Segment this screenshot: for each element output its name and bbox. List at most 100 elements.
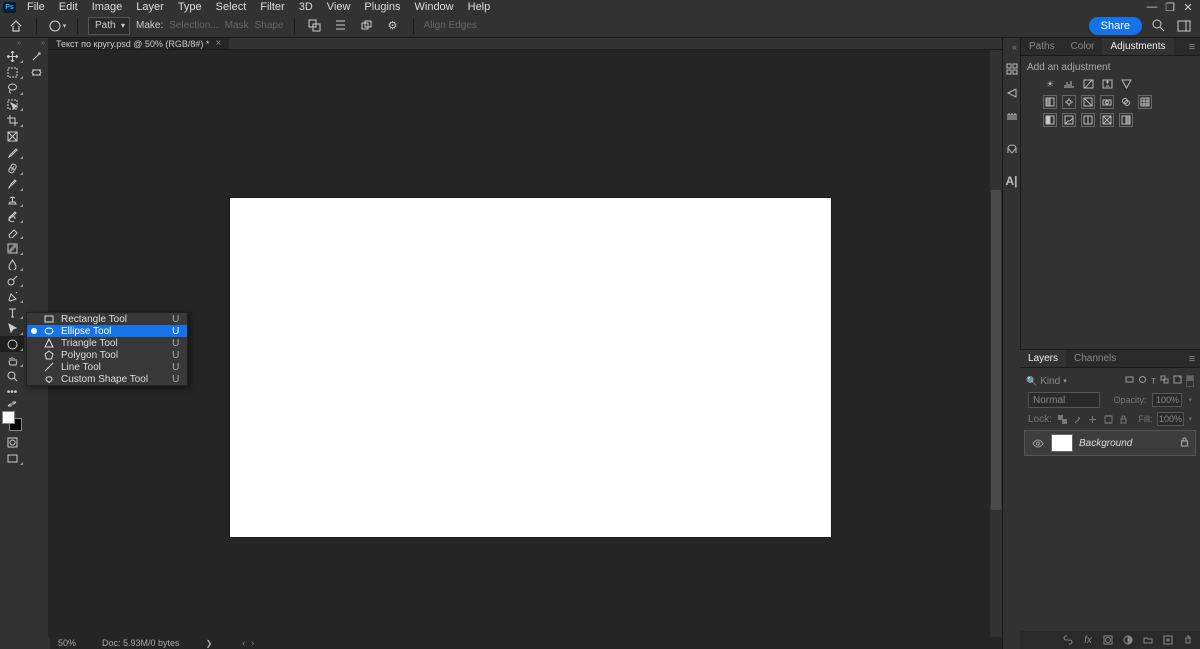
vertical-scrollbar[interactable] — [990, 50, 1002, 637]
mini-panel-icon-4[interactable] — [1005, 142, 1019, 156]
lock-all-icon[interactable] — [1118, 413, 1128, 425]
eyedropper-tool[interactable] — [0, 144, 24, 160]
menu-image[interactable]: Image — [85, 1, 130, 13]
expand-panels-icon[interactable]: « — [1003, 42, 1020, 52]
brush-tool[interactable] — [0, 176, 24, 192]
color-balance-icon[interactable] — [1062, 95, 1076, 109]
flyout-rectangle-tool[interactable]: Rectangle Tool U — [27, 313, 187, 325]
foreground-color-swatch[interactable] — [2, 411, 15, 424]
menu-type[interactable]: Type — [171, 1, 209, 13]
menu-select[interactable]: Select — [209, 1, 254, 13]
photo-filter-icon[interactable] — [1100, 95, 1114, 109]
hand-tool[interactable] — [0, 352, 24, 368]
layer-mask-icon[interactable] — [1102, 634, 1114, 646]
flyout-line-tool[interactable]: Line Tool U — [27, 361, 187, 373]
minimize-button[interactable]: — — [1143, 0, 1161, 14]
shape-mode-dropdown[interactable]: Path — [88, 17, 130, 35]
status-chevron-icon[interactable]: ❯ — [206, 639, 213, 648]
canvas[interactable] — [230, 198, 831, 537]
delete-layer-icon[interactable] — [1182, 634, 1194, 646]
gear-icon[interactable]: ⚙ — [383, 16, 403, 36]
menu-view[interactable]: View — [320, 1, 358, 13]
lasso-tool[interactable] — [0, 80, 24, 96]
curves-icon[interactable] — [1081, 77, 1095, 91]
make-selection-button[interactable]: Selection... — [169, 20, 218, 31]
threshold-icon[interactable] — [1081, 113, 1095, 127]
search-icon[interactable]: 🔍 — [1026, 376, 1037, 387]
group-icon[interactable] — [1142, 634, 1154, 646]
marquee-tool[interactable] — [0, 64, 24, 80]
home-button[interactable] — [6, 16, 26, 36]
gradient-tool[interactable] — [0, 240, 24, 256]
workspace-switcher-icon[interactable] — [1174, 16, 1194, 36]
flyout-polygon-tool[interactable]: Polygon Tool U — [27, 349, 187, 361]
tool-preset-picker[interactable]: ▾ — [47, 16, 67, 36]
posterize-icon[interactable] — [1062, 113, 1076, 127]
dodge-tool[interactable] — [0, 272, 24, 288]
menu-plugins[interactable]: Plugins — [357, 1, 407, 13]
scroll-left-icon[interactable]: ‹ — [242, 638, 245, 648]
link-layers-icon[interactable] — [1062, 634, 1074, 646]
flyout-ellipse-tool[interactable]: Ellipse Tool U — [27, 325, 187, 337]
lock-transparency-icon[interactable] — [1057, 413, 1067, 425]
menu-edit[interactable]: Edit — [52, 1, 85, 13]
vibrance-icon[interactable] — [1119, 77, 1133, 91]
brightness-contrast-icon[interactable]: ☀ — [1043, 77, 1057, 91]
exposure-icon[interactable] — [1100, 77, 1114, 91]
gradient-map-icon[interactable] — [1100, 113, 1114, 127]
scrollbar-thumb[interactable] — [991, 190, 1001, 510]
path-alignment-button[interactable] — [331, 16, 351, 36]
hue-saturation-icon[interactable] — [1043, 95, 1057, 109]
extra-tool-2[interactable] — [24, 64, 48, 80]
path-operations-button[interactable] — [305, 16, 325, 36]
layer-name[interactable]: Background — [1079, 438, 1174, 449]
healing-brush-tool[interactable] — [0, 160, 24, 176]
menu-window[interactable]: Window — [408, 1, 461, 13]
layer-style-icon[interactable]: fx — [1082, 634, 1094, 646]
invert-icon[interactable] — [1043, 113, 1057, 127]
adjustment-layer-icon[interactable] — [1122, 634, 1134, 646]
object-selection-tool[interactable] — [0, 96, 24, 112]
layer-thumbnail[interactable] — [1051, 434, 1073, 452]
color-lookup-icon[interactable] — [1138, 95, 1152, 109]
edit-toolbar-button[interactable]: ••• — [0, 384, 24, 400]
maximize-button[interactable]: ❐ — [1161, 0, 1179, 14]
quick-mask-button[interactable] — [0, 434, 24, 450]
channel-mixer-icon[interactable] — [1119, 95, 1133, 109]
crop-tool[interactable] — [0, 112, 24, 128]
history-brush-tool[interactable] — [0, 208, 24, 224]
type-tool[interactable] — [0, 304, 24, 320]
menu-layer[interactable]: Layer — [129, 1, 171, 13]
make-shape-button[interactable]: Shape — [255, 20, 284, 31]
canvas-area[interactable] — [48, 50, 1002, 649]
doc-size[interactable]: Doc: 5.93M/0 bytes — [102, 638, 180, 648]
filter-pixel-icon[interactable] — [1125, 375, 1134, 387]
tab-paths[interactable]: Paths — [1021, 38, 1063, 55]
blend-mode-dropdown[interactable]: Normal — [1028, 392, 1100, 408]
clone-stamp-tool[interactable] — [0, 192, 24, 208]
share-button[interactable]: Share — [1089, 17, 1142, 35]
layer-visibility-icon[interactable] — [1031, 439, 1045, 448]
pen-tool[interactable] — [0, 288, 24, 304]
menu-help[interactable]: Help — [461, 1, 498, 13]
opacity-input[interactable]: 100% — [1152, 393, 1182, 407]
lock-position-icon[interactable] — [1088, 413, 1098, 425]
extra-tool-1[interactable] — [24, 48, 48, 64]
close-icon[interactable]: × — [215, 38, 221, 49]
path-arrangement-button[interactable] — [357, 16, 377, 36]
filter-kind-label[interactable]: Kind — [1040, 376, 1060, 387]
zoom-tool[interactable] — [0, 368, 24, 384]
filter-shape-icon[interactable] — [1160, 375, 1169, 387]
lock-artboard-icon[interactable] — [1103, 413, 1113, 425]
menu-file[interactable]: File — [20, 1, 52, 13]
toolbar-collapse-icon[interactable]: » — [0, 38, 24, 48]
tab-adjustments[interactable]: Adjustments — [1102, 38, 1173, 55]
panel-menu-icon[interactable]: ≡ — [1184, 38, 1200, 55]
mini-panel-icon-1[interactable] — [1005, 62, 1019, 76]
filter-toggle-switch[interactable] — [1186, 375, 1194, 387]
filter-adjustment-icon[interactable] — [1138, 375, 1147, 387]
scroll-right-icon[interactable]: › — [251, 638, 254, 648]
filter-type-icon[interactable]: T — [1151, 377, 1156, 386]
frame-tool[interactable] — [0, 128, 24, 144]
swap-colors-icon[interactable] — [0, 400, 24, 408]
